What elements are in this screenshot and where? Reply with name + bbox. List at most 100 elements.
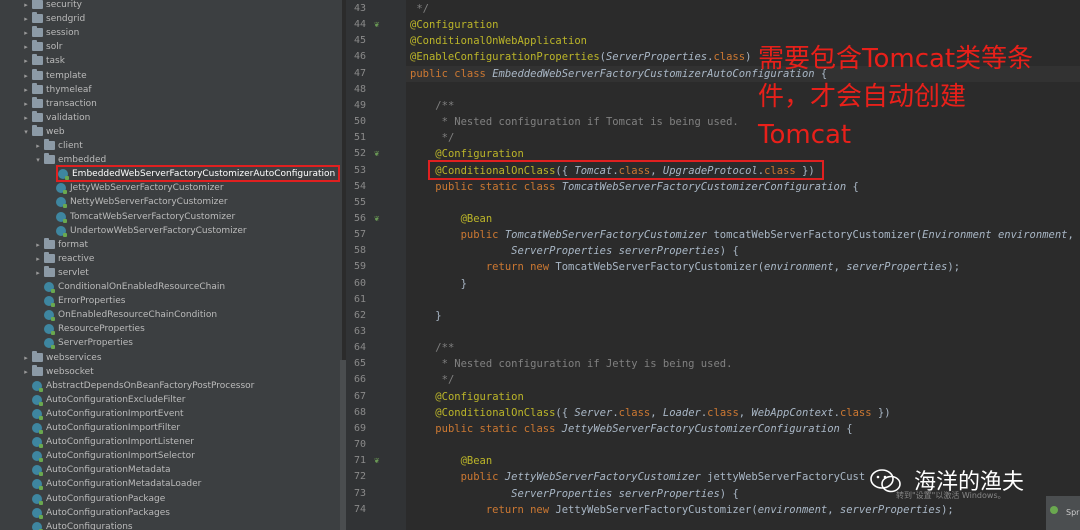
tree-folder-item[interactable]: ▸ reactive (0, 251, 342, 266)
tree-class-item[interactable]: ConditionalOnEnabledResourceChain (0, 280, 342, 294)
tree-class-item[interactable]: EmbeddedWebServerFactoryCustomizerAutoCo… (56, 165, 340, 183)
collapsed-chevron-icon[interactable]: ▸ (22, 0, 30, 12)
tree-class-item[interactable]: AbstractDependsOnBeanFactoryPostProcesso… (0, 379, 342, 393)
line-number: 69 (346, 421, 396, 437)
tree-class-item[interactable]: UndertowWebServerFactoryCustomizer (0, 224, 342, 238)
code-line[interactable]: return new JettyWebServerFactoryCustomiz… (410, 502, 954, 518)
code-line[interactable]: } (410, 276, 467, 292)
tree-class-item[interactable]: ResourceProperties (0, 322, 342, 336)
tree-class-item[interactable]: AutoConfigurationPackage (0, 492, 342, 506)
code-line[interactable]: @ConditionalOnWebApplication (410, 33, 587, 49)
tree-folder-item[interactable]: ▸ servlet (0, 265, 342, 280)
collapsed-chevron-icon[interactable]: ▸ (34, 266, 42, 280)
code-line[interactable]: @Bean (410, 211, 493, 227)
tree-class-item[interactable]: AutoConfigurationExcludeFilter (0, 393, 342, 407)
tree-class-item[interactable]: AutoConfigurationMetadataLoader (0, 477, 342, 491)
code-line[interactable]: /** (410, 98, 454, 114)
tree-class-item[interactable]: AutoConfigurationImportListener (0, 435, 342, 449)
collapsed-chevron-icon[interactable]: ▸ (22, 111, 30, 125)
code-line[interactable]: ServerProperties serverProperties) { (410, 243, 739, 259)
code-line[interactable]: ServerProperties serverProperties) { (410, 486, 739, 502)
code-line[interactable]: */ (410, 130, 455, 146)
java-class-icon (58, 169, 69, 181)
line-number-text: 51 (354, 132, 367, 144)
code-line[interactable]: * Nested configuration if Tomcat is bein… (410, 114, 739, 130)
java-class-icon (44, 296, 55, 308)
java-class-icon (32, 479, 43, 491)
tree-item-label: EmbeddedWebServerFactoryCustomizerAutoCo… (72, 169, 336, 180)
collapsed-chevron-icon[interactable]: ▸ (22, 40, 30, 54)
tree-folder-item[interactable]: ▸ webservices (0, 350, 342, 365)
line-number-text: 66 (354, 374, 367, 386)
package-folder-icon (32, 110, 43, 122)
tree-class-item[interactable]: AutoConfigurationMetadata (0, 463, 342, 477)
collapsed-chevron-icon[interactable]: ▸ (34, 238, 42, 252)
code-line[interactable]: * Nested configuration if Jetty is being… (410, 356, 733, 372)
tree-folder-item[interactable]: ▸ security (0, 0, 342, 12)
tree-item-label: NettyWebServerFactoryCustomizer (70, 197, 228, 208)
collapsed-chevron-icon[interactable]: ▸ (22, 97, 30, 111)
tree-folder-item[interactable]: ▸ validation (0, 110, 342, 125)
code-line[interactable]: @Configuration (410, 17, 499, 33)
collapsed-chevron-icon[interactable]: ▸ (22, 54, 30, 68)
tree-class-item[interactable]: OnEnabledResourceChainCondition (0, 308, 342, 322)
tree-class-item[interactable]: ServerProperties (0, 336, 342, 350)
tree-folder-item[interactable]: ▾ web (0, 124, 342, 139)
code-line[interactable]: @ConditionalOnClass({ Server.class, Load… (410, 405, 890, 421)
collapsed-chevron-icon[interactable]: ▸ (22, 365, 30, 379)
tree-class-item[interactable]: AutoConfigurations (0, 520, 342, 530)
tree-folder-item[interactable]: ▸ client (0, 139, 342, 153)
collapsed-chevron-icon[interactable]: ▸ (22, 69, 30, 83)
tree-folder-item[interactable]: ▸ websocket (0, 364, 342, 379)
code-line[interactable]: return new TomcatWebServerFactoryCustomi… (410, 259, 960, 275)
bean-gutter-icon[interactable]: ❦ (374, 214, 379, 224)
tree-item-label: AutoConfigurationImportListener (46, 437, 195, 448)
code-line[interactable]: public static class TomcatWebServerFacto… (410, 179, 859, 195)
line-number-text: 64 (354, 342, 367, 354)
code-line[interactable]: @Bean (410, 453, 493, 469)
tree-class-item[interactable]: ErrorProperties (0, 294, 342, 308)
collapsed-chevron-icon[interactable]: ▸ (34, 252, 42, 266)
java-class-icon (56, 183, 67, 195)
collapsed-chevron-icon[interactable]: ▸ (22, 351, 30, 365)
expanded-chevron-icon[interactable]: ▾ (22, 125, 30, 139)
line-number: 59 (346, 259, 396, 275)
code-line[interactable]: @EnableConfigurationProperties(ServerPro… (410, 49, 751, 65)
tree-folder-item[interactable]: ▸ task (0, 54, 342, 68)
code-line[interactable]: public JettyWebServerFactoryCustomizer j… (410, 469, 866, 485)
tree-class-item[interactable]: JettyWebServerFactoryCustomizer (0, 181, 342, 195)
tree-folder-item[interactable]: ▸ session (0, 26, 342, 40)
tree-folder-item[interactable]: ▸ template (0, 68, 342, 83)
tree-class-item[interactable]: AutoConfigurationPackages (0, 506, 342, 520)
collapsed-chevron-icon[interactable]: ▸ (22, 12, 30, 26)
project-tree-panel[interactable]: ▸ security ▸ sendgrid ▸ session ▸ solr ▸ task ▸ tem… (0, 0, 342, 530)
bean-gutter-icon[interactable]: ❦ (374, 456, 379, 466)
tree-class-item[interactable]: AutoConfigurationImportEvent (0, 407, 342, 421)
collapsed-chevron-icon[interactable]: ▸ (22, 83, 30, 97)
tree-class-item[interactable]: AutoConfigurationImportFilter (0, 421, 342, 435)
code-line[interactable]: /** (410, 340, 454, 356)
tree-folder-item[interactable]: ▸ sendgrid (0, 12, 342, 26)
code-line[interactable]: */ (410, 372, 455, 388)
package-folder-icon (44, 153, 55, 165)
expanded-chevron-icon[interactable]: ▾ (34, 153, 42, 167)
collapsed-chevron-icon[interactable]: ▸ (22, 26, 30, 40)
collapsed-chevron-icon[interactable]: ▸ (34, 139, 42, 153)
bean-gutter-icon[interactable]: ❦ (374, 149, 379, 159)
code-line[interactable]: @Configuration (410, 389, 524, 405)
java-class-icon (32, 451, 43, 463)
code-line[interactable]: */ (410, 1, 429, 17)
line-number-text: 71 (354, 455, 367, 467)
tree-folder-item[interactable]: ▸ format (0, 237, 342, 252)
tree-class-item[interactable]: TomcatWebServerFactoryCustomizer (0, 210, 342, 224)
code-line[interactable]: public static class JettyWebServerFactor… (410, 421, 852, 437)
package-folder-icon (44, 251, 55, 263)
tree-folder-item[interactable]: ▸ solr (0, 40, 342, 54)
code-line[interactable]: } (410, 308, 441, 324)
tree-class-item[interactable]: AutoConfigurationImportSelector (0, 449, 342, 463)
tree-folder-item[interactable]: ▸ thymeleaf (0, 82, 342, 97)
code-line[interactable]: public TomcatWebServerFactoryCustomizer … (410, 227, 1074, 243)
tree-class-item[interactable]: NettyWebServerFactoryCustomizer (0, 195, 342, 209)
bean-gutter-icon[interactable]: ❦ (374, 20, 379, 30)
tree-folder-item[interactable]: ▸ transaction (0, 96, 342, 111)
